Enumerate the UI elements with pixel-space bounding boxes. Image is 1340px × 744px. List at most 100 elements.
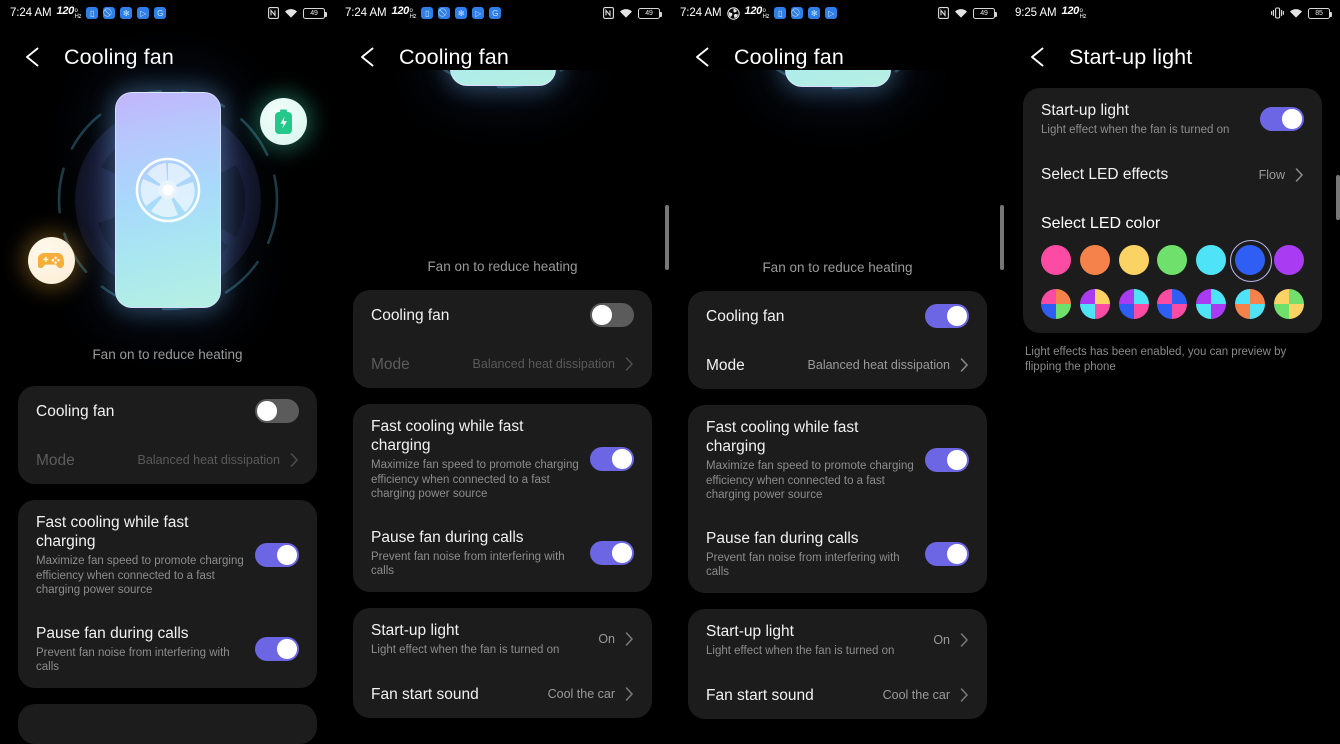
sim-icon: ▯ bbox=[421, 7, 434, 19]
fan-disc-icon bbox=[135, 157, 200, 223]
status-bar: 9:25 AM 120 o Hz 85 bbox=[1005, 0, 1340, 26]
chevron-right-icon bbox=[960, 688, 969, 702]
row-title: Fast cooling while fast charging bbox=[36, 514, 189, 550]
back-arrow-icon[interactable] bbox=[355, 44, 381, 70]
wifi-icon bbox=[1290, 8, 1302, 18]
row-subtitle: Maximize fan speed to promote charging e… bbox=[36, 555, 244, 596]
row-title: Pause fan during calls bbox=[706, 529, 859, 547]
card-light-and-sound: Start-up light Light effect when the fan… bbox=[688, 608, 987, 719]
row-fan-start-sound[interactable]: Fan start sound Cool the car bbox=[371, 670, 634, 718]
status-right-cluster: 85 bbox=[1271, 7, 1332, 19]
row-fast-cooling[interactable]: Fast cooling while fast charging Maximiz… bbox=[36, 500, 299, 611]
app-bar: Cooling fan bbox=[335, 26, 670, 70]
toggle-fast-cooling[interactable] bbox=[925, 448, 969, 473]
row-startup-light[interactable]: Start-up light Light effect when the fan… bbox=[706, 609, 969, 672]
hero-caption: Fan on to reduce heating bbox=[427, 259, 578, 274]
card-cooling-fan: Cooling fan Mode Balanced heat dissipati… bbox=[353, 290, 652, 388]
toggle-fast-cooling[interactable] bbox=[590, 447, 634, 472]
swatch-green[interactable] bbox=[1157, 244, 1188, 275]
row-title: Select LED effects bbox=[1041, 166, 1169, 183]
row-value: On bbox=[598, 631, 615, 646]
row-value: Cool the car bbox=[882, 688, 950, 702]
card-fan-behavior: Fast cooling while fast charging Maximiz… bbox=[18, 500, 317, 688]
row-startup-light-toggle[interactable]: Start-up light Light effect when the fan… bbox=[1041, 88, 1304, 151]
row-fan-start-sound[interactable]: Fan start sound Cool the car bbox=[706, 671, 969, 719]
no-sound-icon: ⃠ bbox=[438, 7, 451, 19]
chevron-right-icon bbox=[625, 687, 634, 701]
badge-fast-charge bbox=[259, 98, 307, 145]
swatch-multi-6[interactable] bbox=[1235, 288, 1266, 319]
toggle-cooling-fan[interactable] bbox=[590, 303, 634, 327]
sim-icon: ▯ bbox=[86, 7, 99, 19]
swatch-blue-selected[interactable] bbox=[1230, 239, 1273, 282]
toggle-fast-cooling[interactable] bbox=[255, 543, 299, 568]
row-mode[interactable]: Mode Balanced heat dissipation bbox=[36, 436, 299, 484]
gamepad-icon bbox=[38, 253, 64, 269]
row-cooling-fan[interactable]: Cooling fan bbox=[706, 291, 969, 341]
panel-cooling-fan-enabled: 7:24 AM 120oHz ▯ ⃠ ✻ ▷ 49 Cooling fan bbox=[670, 0, 1005, 744]
toggle-pause-fan[interactable] bbox=[925, 542, 969, 566]
row-title: Mode bbox=[36, 451, 75, 469]
row-cooling-fan[interactable]: Cooling fan bbox=[36, 386, 299, 436]
hero-illustration: Fan on to reduce heating bbox=[0, 70, 335, 370]
row-title: Start-up light bbox=[1041, 102, 1129, 119]
row-mode[interactable]: Mode Balanced heat dissipation bbox=[706, 341, 969, 389]
scrollbar-thumb[interactable] bbox=[665, 205, 669, 270]
status-bar: 7:24 AM 120oHz ▯ ⃠ ✻ ▷ G 49 bbox=[335, 0, 670, 26]
row-select-led-effects[interactable]: Select LED effects Flow bbox=[1041, 151, 1304, 199]
refresh-rate-indicator: 120 o Hz bbox=[1061, 4, 1087, 20]
toggle-cooling-fan[interactable] bbox=[925, 304, 969, 328]
refresh-rate-indicator: 120 o Hz bbox=[744, 4, 770, 20]
swatch-multi-3[interactable] bbox=[1118, 288, 1149, 319]
row-fast-cooling[interactable]: Fast cooling while fast charging Maximiz… bbox=[706, 405, 969, 516]
badge-gaming bbox=[27, 237, 75, 284]
app-bar: Cooling fan bbox=[0, 26, 335, 70]
swatch-pink[interactable] bbox=[1041, 244, 1071, 275]
scrollbar-thumb[interactable] bbox=[1000, 205, 1004, 270]
sim-icon: ▯ bbox=[774, 7, 787, 19]
row-pause-fan[interactable]: Pause fan during calls Prevent fan noise… bbox=[371, 515, 634, 592]
swatch-multi-2[interactable] bbox=[1079, 288, 1110, 319]
hero-caption: Fan on to reduce heating bbox=[762, 260, 913, 275]
swatch-yellow[interactable] bbox=[1118, 244, 1149, 275]
row-fast-cooling[interactable]: Fast cooling while fast charging Maximiz… bbox=[371, 404, 634, 515]
row-pause-fan[interactable]: Pause fan during calls Prevent fan noise… bbox=[36, 611, 299, 688]
back-arrow-icon[interactable] bbox=[1025, 44, 1051, 70]
row-pause-fan[interactable]: Pause fan during calls Prevent fan noise… bbox=[706, 516, 969, 593]
hero-illustration bbox=[670, 70, 1005, 256]
phone-graphic bbox=[449, 70, 556, 86]
swatch-multi-7[interactable] bbox=[1273, 288, 1304, 319]
led-note: Light effects has been enabled, you can … bbox=[1025, 345, 1287, 373]
page-title: Cooling fan bbox=[64, 44, 174, 69]
row-mode[interactable]: Mode Balanced heat dissipation bbox=[371, 340, 634, 388]
panel-cooling-fan-scrolled-off: 7:24 AM 120oHz ▯ ⃠ ✻ ▷ G 49 Cooling fan bbox=[335, 0, 670, 744]
scrollbar-thumb[interactable] bbox=[1336, 175, 1340, 220]
status-right-cluster: 49 bbox=[603, 7, 662, 19]
row-title: Fan start sound bbox=[706, 686, 814, 704]
status-time: 7:24 AM bbox=[680, 7, 722, 19]
row-value: Balanced heat dissipation bbox=[137, 453, 280, 467]
swatch-orange[interactable] bbox=[1079, 244, 1110, 275]
nfc-icon bbox=[603, 7, 614, 19]
select-led-color-title: Select LED color bbox=[1041, 214, 1161, 232]
swatch-multi-4[interactable] bbox=[1157, 288, 1188, 319]
back-arrow-icon[interactable] bbox=[690, 44, 716, 70]
row-cooling-fan[interactable]: Cooling fan bbox=[371, 290, 634, 340]
swatch-multi-5[interactable] bbox=[1196, 288, 1227, 319]
toggle-pause-fan[interactable] bbox=[255, 637, 299, 661]
row-startup-light[interactable]: Start-up light Light effect when the fan… bbox=[371, 608, 634, 671]
swatch-multi-1[interactable] bbox=[1041, 288, 1071, 319]
status-time: 7:24 AM bbox=[345, 7, 387, 19]
row-title: Cooling fan bbox=[371, 306, 450, 324]
battery-indicator: 49 bbox=[638, 7, 662, 19]
row-title: Cooling fan bbox=[36, 402, 115, 420]
app-bar: Cooling fan bbox=[670, 26, 1005, 70]
swatch-purple[interactable] bbox=[1273, 244, 1304, 275]
toggle-startup-light[interactable] bbox=[1260, 107, 1304, 132]
no-sound-icon: ⃠ bbox=[103, 7, 116, 19]
card-partial-below-fold bbox=[18, 703, 317, 744]
toggle-cooling-fan[interactable] bbox=[255, 399, 299, 423]
back-arrow-icon[interactable] bbox=[20, 44, 46, 70]
toggle-pause-fan[interactable] bbox=[590, 541, 634, 565]
swatch-cyan[interactable] bbox=[1196, 244, 1227, 275]
